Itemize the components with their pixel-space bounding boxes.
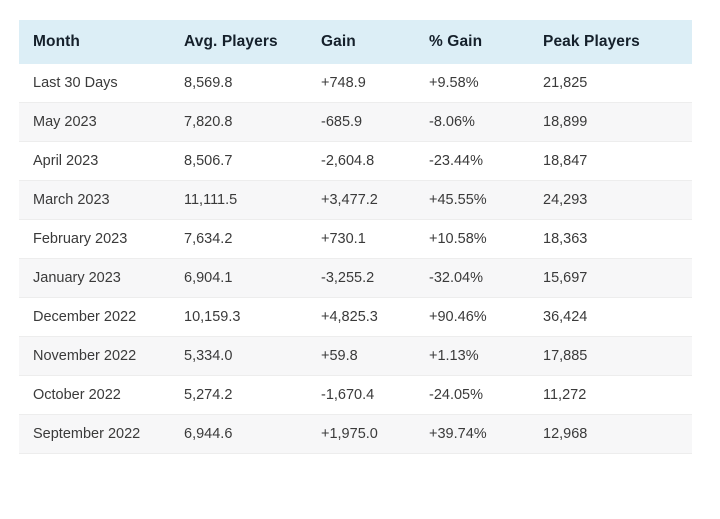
cell-avg-players: 5,334.0	[184, 348, 233, 364]
table-row: May 2023 7,820.8 -685.9 -8.06% 18,899	[19, 102, 692, 142]
cell-month: Last 30 Days	[33, 75, 118, 91]
cell-pct-gain: -32.04%	[429, 270, 484, 286]
cell-avg-players: 11,111.5	[184, 192, 238, 208]
cell-peak-players: 36,424	[543, 309, 588, 325]
cell-gain: +3,477.2	[321, 192, 378, 208]
player-stats-table-container: Month Avg. Players Gain % Gain Peak Play…	[19, 20, 692, 454]
cell-peak-players: 17,885	[543, 348, 588, 364]
cell-avg-players: 5,274.2	[184, 387, 233, 403]
table-row: Last 30 Days 8,569.8 +748.9 +9.58% 21,82…	[19, 64, 692, 103]
table-row: April 2023 8,506.7 -2,604.8 -23.44% 18,8…	[19, 141, 692, 181]
cell-avg-players: 8,569.8	[184, 75, 233, 91]
cell-month: April 2023	[33, 153, 99, 169]
table-row: March 2023 11,111.5 +3,477.2 +45.55% 24,…	[19, 180, 692, 220]
column-header-avg-players[interactable]: Avg. Players	[184, 20, 321, 64]
cell-avg-players: 7,820.8	[184, 114, 233, 130]
cell-pct-gain: +45.55%	[429, 192, 487, 208]
cell-gain: -685.9	[321, 114, 363, 130]
cell-gain: -3,255.2	[321, 270, 375, 286]
table-row: December 2022 10,159.3 +4,825.3 +90.46% …	[19, 297, 692, 337]
cell-peak-players: 21,825	[543, 75, 588, 91]
cell-gain: -2,604.8	[321, 153, 375, 169]
table-row: October 2022 5,274.2 -1,670.4 -24.05% 11…	[19, 375, 692, 415]
cell-month: February 2023	[33, 231, 128, 247]
column-header-month[interactable]: Month	[19, 20, 184, 64]
table-row: January 2023 6,904.1 -3,255.2 -32.04% 15…	[19, 258, 692, 298]
cell-pct-gain: +90.46%	[429, 309, 487, 325]
cell-pct-gain: -24.05%	[429, 387, 484, 403]
column-header-peak-players[interactable]: Peak Players	[543, 20, 692, 64]
table-row: November 2022 5,334.0 +59.8 +1.13% 17,88…	[19, 336, 692, 376]
cell-pct-gain: +39.74%	[429, 426, 487, 442]
cell-month: September 2022	[33, 426, 141, 442]
cell-avg-players: 6,944.6	[184, 426, 233, 442]
cell-gain: +4,825.3	[321, 309, 378, 325]
cell-pct-gain: -23.44%	[429, 153, 484, 169]
table-body: Last 30 Days 8,569.8 +748.9 +9.58% 21,82…	[19, 64, 692, 454]
cell-gain: +59.8	[321, 348, 358, 364]
cell-avg-players: 7,634.2	[184, 231, 233, 247]
cell-month: January 2023	[33, 270, 121, 286]
cell-month: November 2022	[33, 348, 137, 364]
cell-peak-players: 18,899	[543, 114, 588, 130]
cell-gain: +730.1	[321, 231, 366, 247]
cell-avg-players: 10,159.3	[184, 309, 241, 325]
cell-pct-gain: +1.13%	[429, 348, 479, 364]
table-header-row: Month Avg. Players Gain % Gain Peak Play…	[19, 20, 692, 64]
cell-pct-gain: +9.58%	[429, 75, 479, 91]
table-row: February 2023 7,634.2 +730.1 +10.58% 18,…	[19, 219, 692, 259]
cell-pct-gain: -8.06%	[429, 114, 475, 130]
cell-gain: +1,975.0	[321, 426, 378, 442]
cell-gain: -1,670.4	[321, 387, 375, 403]
cell-pct-gain: +10.58%	[429, 231, 487, 247]
table-row: September 2022 6,944.6 +1,975.0 +39.74% …	[19, 414, 692, 454]
cell-month: October 2022	[33, 387, 121, 403]
column-header-pct-gain[interactable]: % Gain	[429, 20, 543, 64]
cell-month: March 2023	[33, 192, 110, 208]
cell-peak-players: 12,968	[543, 426, 588, 442]
cell-gain: +748.9	[321, 75, 366, 91]
cell-avg-players: 6,904.1	[184, 270, 233, 286]
cell-month: December 2022	[33, 309, 137, 325]
player-stats-table: Month Avg. Players Gain % Gain Peak Play…	[19, 20, 692, 454]
cell-peak-players: 18,363	[543, 231, 588, 247]
column-header-gain[interactable]: Gain	[321, 20, 429, 64]
cell-peak-players: 15,697	[543, 270, 588, 286]
cell-peak-players: 24,293	[543, 192, 588, 208]
cell-peak-players: 18,847	[543, 153, 588, 169]
table-header: Month Avg. Players Gain % Gain Peak Play…	[19, 20, 692, 64]
cell-avg-players: 8,506.7	[184, 153, 233, 169]
cell-peak-players: 11,272	[543, 387, 587, 403]
cell-month: May 2023	[33, 114, 97, 130]
